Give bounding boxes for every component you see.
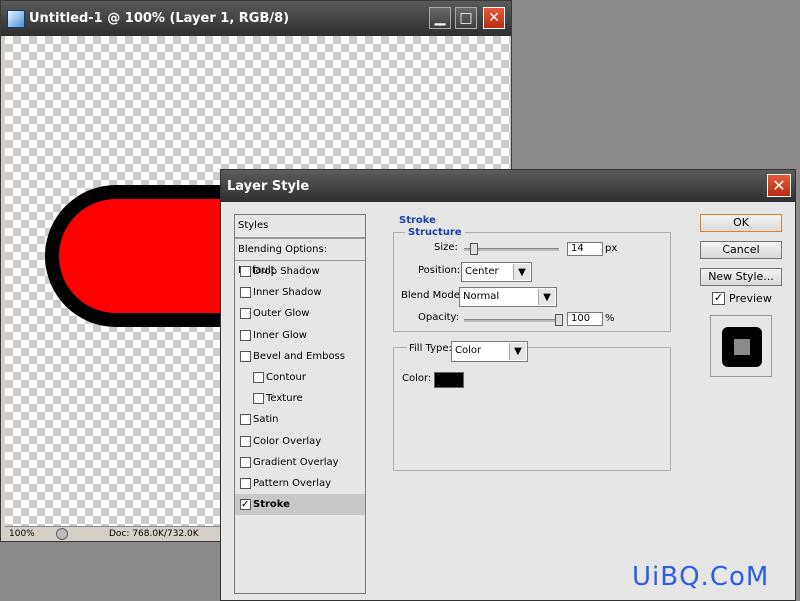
preview-swatch-core <box>734 339 750 355</box>
chevron-down-icon: ▼ <box>513 264 530 280</box>
style-checkbox[interactable] <box>240 266 251 277</box>
preview-checkbox[interactable]: ✓ <box>712 292 725 305</box>
stroke-color-swatch[interactable] <box>434 372 464 388</box>
style-item-label: Contour <box>266 372 306 383</box>
opacity-slider[interactable] <box>464 314 563 326</box>
style-item-contour[interactable]: Contour <box>235 367 365 388</box>
zoom-level[interactable]: 100% <box>9 529 35 539</box>
size-unit: px <box>605 243 618 254</box>
fill-type-value: Color <box>455 345 482 356</box>
minimize-button[interactable]: ▁ <box>429 7 451 29</box>
photoshop-document-icon <box>7 10 25 28</box>
size-slider-thumb[interactable] <box>470 243 478 255</box>
size-slider[interactable] <box>464 243 559 255</box>
opacity-label: Opacity: <box>418 312 460 323</box>
watermark: UiBQ.CoM <box>632 562 770 592</box>
style-item-stroke[interactable]: Stroke <box>235 494 365 516</box>
opacity-unit: % <box>605 313 615 324</box>
fill-type-select[interactable]: Color ▼ <box>451 341 528 362</box>
style-item-label: Inner Glow <box>253 329 307 341</box>
style-checkbox[interactable] <box>253 393 264 405</box>
style-item-label: Color Overlay <box>253 435 322 447</box>
style-checkbox[interactable] <box>240 456 251 468</box>
style-checkbox[interactable] <box>240 435 251 447</box>
status-menu-icon[interactable] <box>56 528 68 540</box>
style-item-label: Texture <box>266 393 303 405</box>
fill-type-label: Fill Type: <box>407 343 454 354</box>
style-item-satin[interactable]: Satin <box>235 409 365 430</box>
style-checkbox[interactable] <box>240 308 251 320</box>
style-item-label: Stroke <box>253 499 290 511</box>
position-select[interactable]: Center ▼ <box>461 262 532 282</box>
style-item-label: Drop Shadow <box>253 266 320 277</box>
style-item-label: Satin <box>253 414 279 426</box>
style-item-inner-shadow[interactable]: Inner Shadow <box>235 282 365 303</box>
document-title: Untitled-1 @ 100% (Layer 1, RGB/8) <box>29 11 290 26</box>
style-item-label: Gradient Overlay <box>253 456 339 468</box>
maximize-button[interactable]: □ <box>455 7 477 29</box>
close-button[interactable]: ✕ <box>483 7 505 29</box>
color-label: Color: <box>402 373 432 384</box>
style-checkbox[interactable] <box>253 372 264 383</box>
new-style-button[interactable]: New Style... <box>700 268 782 286</box>
size-input[interactable]: 14 <box>567 242 603 256</box>
style-item-gradient-overlay[interactable]: Gradient Overlay <box>235 452 365 473</box>
style-checkbox[interactable] <box>240 350 251 362</box>
layer-style-dialog: Layer Style ✕ Styles Blending Options: D… <box>220 169 796 601</box>
blending-options-item[interactable]: Blending Options: Default <box>235 238 365 276</box>
size-label: Size: <box>434 242 458 253</box>
style-checkbox[interactable] <box>240 414 251 426</box>
opacity-slider-thumb[interactable] <box>555 314 563 326</box>
style-item-pattern-overlay[interactable]: Pattern Overlay <box>235 473 365 494</box>
position-label: Position: <box>418 265 461 276</box>
position-value: Center <box>465 266 499 277</box>
style-item-label: Pattern Overlay <box>253 478 332 489</box>
preview-swatch <box>722 327 762 367</box>
blend-mode-select[interactable]: Normal ▼ <box>459 287 557 307</box>
dialog-title: Layer Style <box>227 179 310 194</box>
styles-header[interactable]: Styles <box>235 215 365 238</box>
structure-title: Structure <box>405 227 465 238</box>
stroke-section-title: Stroke <box>399 215 436 226</box>
style-item-label: Inner Shadow <box>253 287 322 299</box>
dialog-close-button[interactable]: ✕ <box>767 174 791 197</box>
blend-mode-value: Normal <box>463 291 500 302</box>
style-preview <box>710 315 772 377</box>
fill-type-group <box>393 347 671 471</box>
style-checkbox[interactable] <box>240 287 251 299</box>
style-checkbox[interactable] <box>240 494 251 515</box>
style-item-texture[interactable]: Texture <box>235 388 365 409</box>
style-item-outer-glow[interactable]: Outer Glow <box>235 303 365 324</box>
style-item-label: Outer Glow <box>253 308 310 320</box>
style-item-color-overlay[interactable]: Color Overlay <box>235 431 365 452</box>
document-titlebar[interactable]: Untitled-1 @ 100% (Layer 1, RGB/8) ▁ □ ✕ <box>1 1 511 36</box>
style-item-bevel-and-emboss[interactable]: Bevel and Emboss <box>235 346 365 367</box>
blend-mode-label: Blend Mode: <box>401 290 464 301</box>
chevron-down-icon: ▼ <box>509 343 526 360</box>
opacity-input[interactable]: 100 <box>567 312 603 326</box>
cancel-button[interactable]: Cancel <box>700 241 782 259</box>
chevron-down-icon: ▼ <box>538 289 555 305</box>
style-item-inner-glow[interactable]: Inner Glow <box>235 325 365 346</box>
ok-button[interactable]: OK <box>700 214 782 232</box>
preview-label: Preview <box>729 292 772 305</box>
document-size: Doc: 768.0K/732.0K <box>109 529 199 539</box>
styles-list: Styles Blending Options: Default Drop Sh… <box>234 214 366 594</box>
style-item-drop-shadow[interactable]: Drop Shadow <box>235 261 365 282</box>
dialog-titlebar[interactable]: Layer Style ✕ <box>221 170 795 202</box>
style-item-label: Bevel and Emboss <box>253 350 345 362</box>
style-checkbox[interactable] <box>240 329 251 341</box>
style-checkbox[interactable] <box>240 478 251 489</box>
